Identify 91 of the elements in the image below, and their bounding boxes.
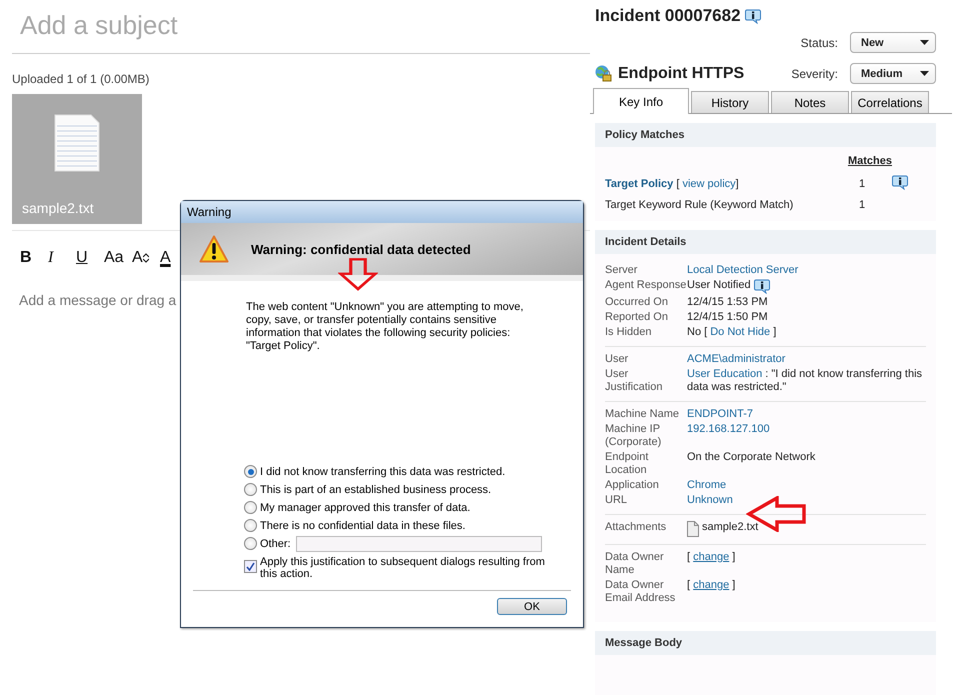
detail-value: [ change ] xyxy=(687,551,736,564)
option-label[interactable]: There is no confidential data in these files. xyxy=(260,520,466,532)
warning-icon xyxy=(199,235,229,263)
detail-link[interactable]: Do Not Hide xyxy=(710,326,770,338)
bold-button[interactable]: B xyxy=(20,249,48,267)
size-button[interactable]: A xyxy=(132,249,160,267)
column-header: Matches xyxy=(846,155,892,167)
match-count: 1 xyxy=(858,199,866,211)
dropdown-caret-icon xyxy=(920,40,929,45)
severity-dropdown[interactable]: Medium xyxy=(850,63,936,84)
detail-label: Is Hidden xyxy=(605,326,652,339)
color-button[interactable]: A xyxy=(160,249,188,267)
ok-button[interactable]: OK xyxy=(497,598,567,615)
detail-label: Server xyxy=(605,264,638,277)
globe-lock-icon xyxy=(595,65,612,82)
detail-link[interactable]: change xyxy=(693,579,730,591)
detail-label: Reported On xyxy=(605,311,669,324)
info-icon[interactable] xyxy=(744,8,761,24)
radio-button[interactable] xyxy=(244,501,257,514)
underline-button[interactable]: U xyxy=(76,249,104,267)
checkbox-label[interactable]: Apply this justification to subsequent dialogs resulting from this action. xyxy=(260,556,563,580)
info-icon[interactable] xyxy=(754,279,770,294)
detail-link[interactable]: Local Detection Server xyxy=(687,264,798,277)
status-dropdown[interactable]: New xyxy=(850,32,936,53)
detail-label: Data Owner Name xyxy=(605,551,665,577)
tab[interactable]: Notes xyxy=(771,91,849,113)
up-down-caret-icon xyxy=(142,253,149,263)
dialog-message: The web content "Unknown" you are attempting to move, copy, save, or transfer potentially contains sensitive information that violates the following security policies: "Target Policy". xyxy=(246,301,524,353)
severity-label: Severity: xyxy=(791,66,838,80)
detail-value: On the Corporate Network xyxy=(687,451,816,464)
attachment-name: sample2.txt xyxy=(22,200,94,216)
detail-value: [ change ] xyxy=(687,579,736,592)
detail-label: Application xyxy=(605,479,660,492)
tab[interactable]: Correlations xyxy=(851,91,929,113)
detail-link[interactable]: change xyxy=(693,551,730,563)
dialog-heading: Warning: confidential data detected xyxy=(251,242,471,256)
detail-label: URL xyxy=(605,494,628,507)
detail-link[interactable]: ENDPOINT-7 xyxy=(687,408,754,421)
section-header: Incident Details xyxy=(595,230,936,254)
detail-label: Agent Response xyxy=(605,279,687,293)
incident-title: Incident 00007682 xyxy=(595,6,741,26)
detail-label: Occurred On xyxy=(605,296,669,309)
detail-link[interactable]: Chrome xyxy=(687,479,726,492)
detail-label: Attachments xyxy=(605,521,668,535)
detail-label: User xyxy=(605,353,630,366)
option-label[interactable]: My manager approved this transfer of data. xyxy=(260,502,470,514)
dropdown-caret-icon xyxy=(920,71,929,76)
policy-link[interactable]: Target Policy xyxy=(605,178,674,190)
section-header: Policy Matches xyxy=(595,123,936,147)
message-field[interactable]: Add a message or drag a xyxy=(12,291,186,309)
option-label[interactable]: Other: xyxy=(260,538,291,550)
subject-field[interactable]: Add a subject xyxy=(12,0,590,54)
status-label: Status: xyxy=(800,36,838,50)
view-policy-link[interactable]: view policy xyxy=(682,178,736,190)
detail-value: User Notified xyxy=(687,279,751,292)
checkbox[interactable] xyxy=(244,560,257,573)
font-button[interactable]: Aa xyxy=(104,249,132,267)
tab[interactable]: History xyxy=(691,91,769,113)
radio-button[interactable] xyxy=(244,537,257,550)
section-header: Message Body xyxy=(595,631,936,655)
policy-name: Target Policy [ view policy] xyxy=(605,178,740,190)
italic-button[interactable]: I xyxy=(48,249,76,267)
detail-link[interactable]: Unknown xyxy=(687,494,733,507)
other-field[interactable] xyxy=(296,536,542,552)
detail-label: User Justification xyxy=(605,368,664,394)
detail-label: Data Owner Email Address xyxy=(605,579,676,605)
detail-link[interactable]: User Education xyxy=(687,368,762,380)
detail-value: 12/4/15 1:50 PM xyxy=(687,311,768,324)
match-count: 1 xyxy=(858,178,866,190)
detail-link[interactable]: ACME\administrator xyxy=(687,353,786,366)
radio-button[interactable] xyxy=(244,483,257,496)
rule-name: Target Keyword Rule (Keyword Match) xyxy=(605,199,794,211)
detail-value: User Education : "I did not know transferring this data was restricted." xyxy=(687,368,924,394)
document-icon xyxy=(54,114,100,172)
info-icon[interactable] xyxy=(892,175,908,190)
option-label[interactable]: This is part of an established business process. xyxy=(260,484,492,496)
dialog-title: Warning xyxy=(187,205,232,219)
detail-label: Machine IP (Corporate) xyxy=(605,423,662,449)
detail-value: sample2.txt xyxy=(702,521,758,534)
detail-value: No [ Do Not Hide ] xyxy=(687,326,776,339)
detail-label: Machine Name xyxy=(605,408,680,421)
radio-button[interactable] xyxy=(244,519,257,532)
tab[interactable]: Key Info xyxy=(593,88,689,114)
detail-label: Endpoint Location xyxy=(605,451,650,477)
channel-name: Endpoint HTTPS xyxy=(618,64,744,82)
arrow-icon xyxy=(338,258,378,291)
upload-status: Uploaded 1 of 1 (0.00MB) xyxy=(12,72,150,86)
detail-link[interactable]: 192.168.127.100 xyxy=(687,423,770,436)
radio-button[interactable] xyxy=(244,465,257,478)
option-label[interactable]: I did not know transferring this data was restricted. xyxy=(260,466,506,478)
detail-value: 12/4/15 1:53 PM xyxy=(687,296,768,309)
